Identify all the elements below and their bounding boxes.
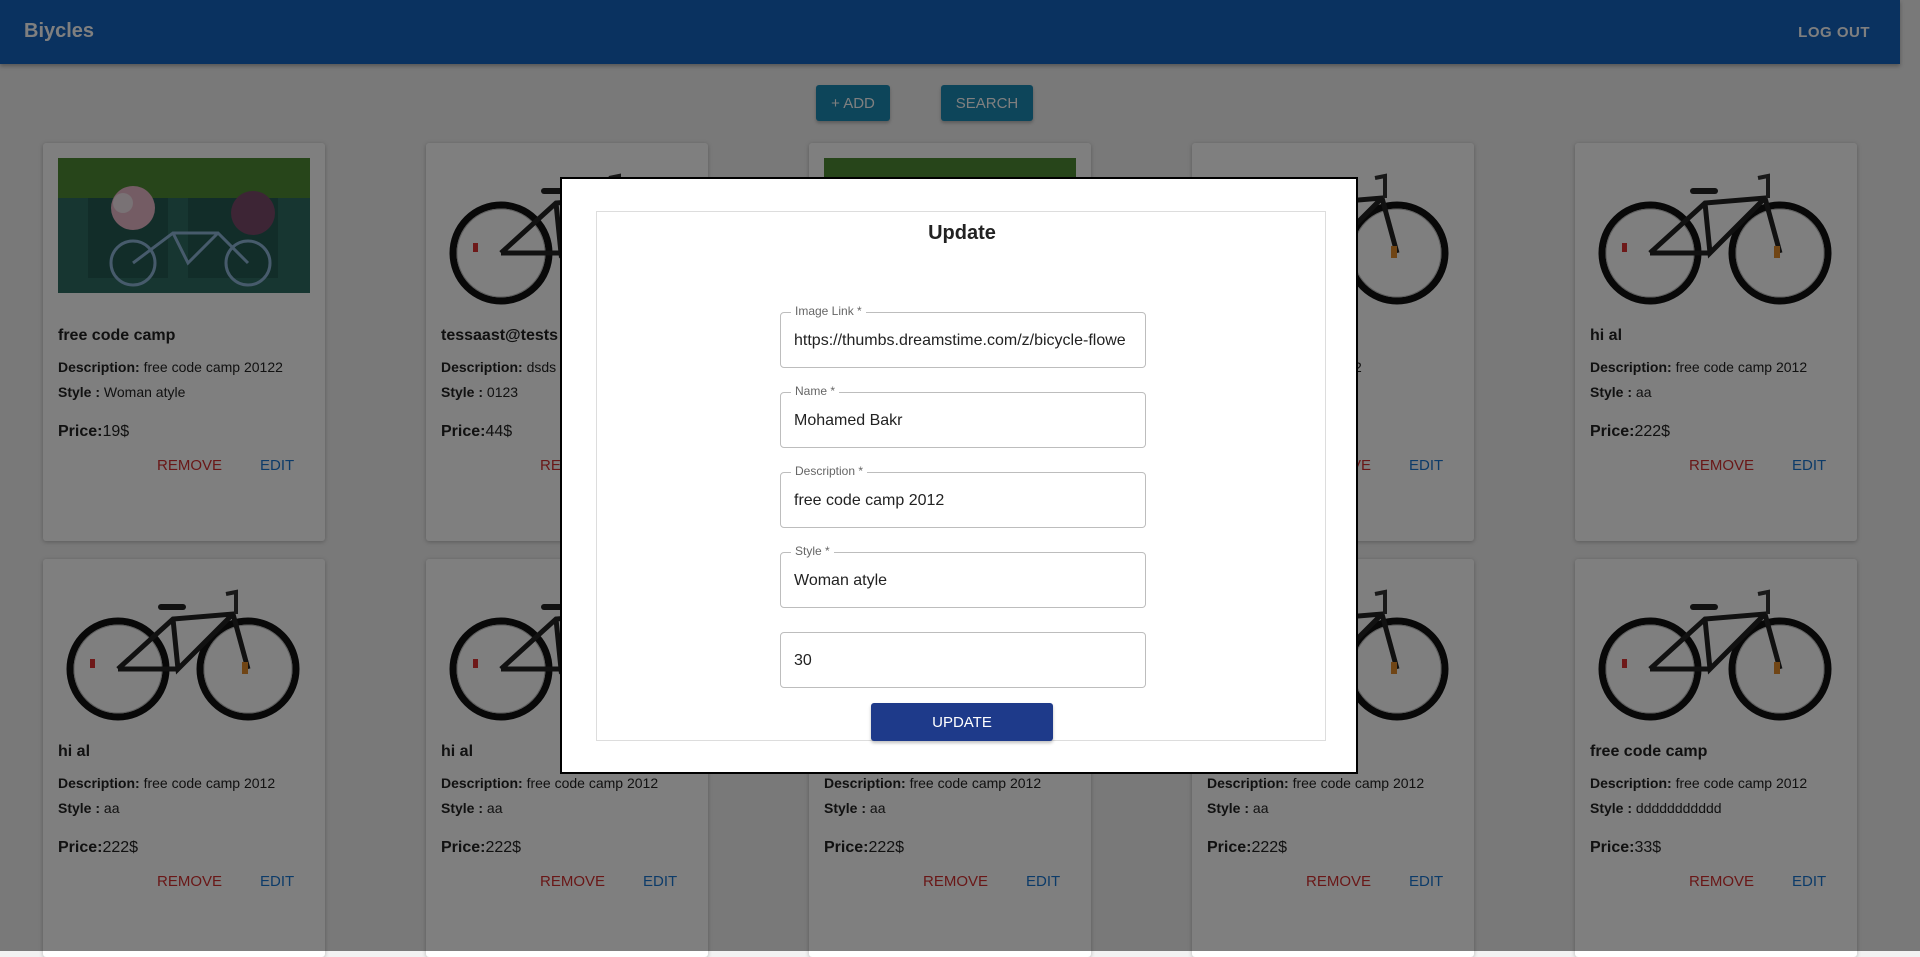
name-input[interactable]: Mohamed Bakr [794, 412, 1137, 430]
name-field[interactable]: Name * Mohamed Bakr [780, 384, 1146, 448]
update-form: Update Image Link * https://thumbs.dream… [596, 211, 1326, 741]
name-label: Name * [791, 384, 840, 398]
style-input[interactable]: Woman atyle [794, 572, 1137, 590]
price-field[interactable]: 30 [780, 632, 1146, 688]
image-link-field[interactable]: Image Link * https://thumbs.dreamstime.c… [780, 304, 1146, 368]
description-field[interactable]: Description * free code camp 2012 [780, 464, 1146, 528]
style-label: Style * [791, 544, 834, 558]
description-input[interactable]: free code camp 2012 [794, 492, 1137, 510]
image-link-label: Image Link * [791, 304, 866, 318]
update-button[interactable]: UPDATE [871, 703, 1053, 741]
style-field[interactable]: Style * Woman atyle [780, 544, 1146, 608]
dialog-title: Update [928, 222, 996, 244]
update-dialog: Update Image Link * https://thumbs.dream… [560, 177, 1358, 774]
description-label: Description * [791, 464, 868, 478]
price-input[interactable]: 30 [794, 652, 1137, 670]
image-link-input[interactable]: https://thumbs.dreamstime.com/z/bicycle-… [794, 332, 1137, 350]
